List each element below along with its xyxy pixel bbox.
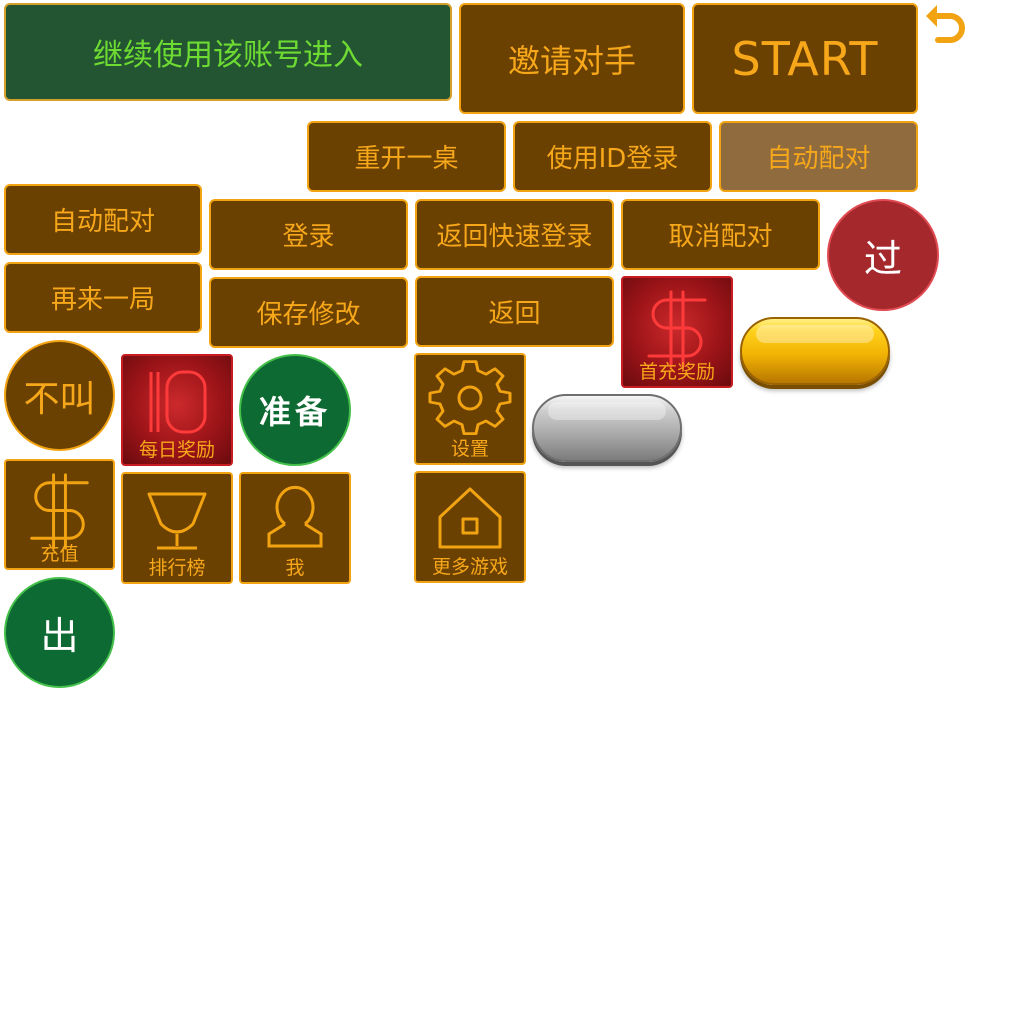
continue-account-button[interactable]: 继续使用该账号进入 [4,3,452,101]
back-quick-login-button[interactable]: 返回快速登录 [415,199,614,270]
recharge-tile[interactable]: 充值 [4,459,115,570]
auto-match-button[interactable]: 自动配对 [4,184,202,255]
first-recharge-reward-label: 首充奖励 [638,361,715,383]
recharge-label: 充值 [40,543,79,565]
yellow-pill-button[interactable] [740,317,890,385]
leaderboard-tile[interactable]: 排行榜 [121,472,233,584]
more-games-tile[interactable]: 更多游戏 [414,471,526,583]
back-button[interactable]: 返回 [415,276,614,347]
invite-opponent-button[interactable]: 邀请对手 [459,3,685,114]
login-with-id-button[interactable]: 使用ID登录 [513,121,712,192]
play-card-button[interactable]: 出 [4,577,115,688]
no-call-button[interactable]: 不叫 [4,340,115,451]
me-tile[interactable]: 我 [239,472,351,584]
settings-label: 设置 [450,438,489,460]
leaderboard-label: 排行榜 [148,557,206,579]
ready-button[interactable]: 准备 [239,354,351,466]
daily-reward-label: 每日奖励 [138,439,215,461]
more-games-label: 更多游戏 [431,556,508,578]
daily-reward-tile[interactable]: 每日奖励 [121,354,233,466]
cancel-match-button[interactable]: 取消配对 [621,199,820,270]
undo-arrow-icon[interactable] [922,2,968,46]
gray-pill-button[interactable] [532,394,682,462]
first-recharge-reward-tile[interactable]: 首充奖励 [621,276,733,388]
save-changes-button[interactable]: 保存修改 [209,277,408,348]
start-button[interactable]: START [692,3,918,114]
auto-match-disabled-button[interactable]: 自动配对 [719,121,918,192]
pass-button[interactable]: 过 [827,199,939,311]
play-again-button[interactable]: 再来一局 [4,262,202,333]
reopen-table-button[interactable]: 重开一桌 [307,121,506,192]
login-button[interactable]: 登录 [209,199,408,270]
settings-tile[interactable]: 设置 [414,353,526,465]
me-label: 我 [285,557,305,579]
